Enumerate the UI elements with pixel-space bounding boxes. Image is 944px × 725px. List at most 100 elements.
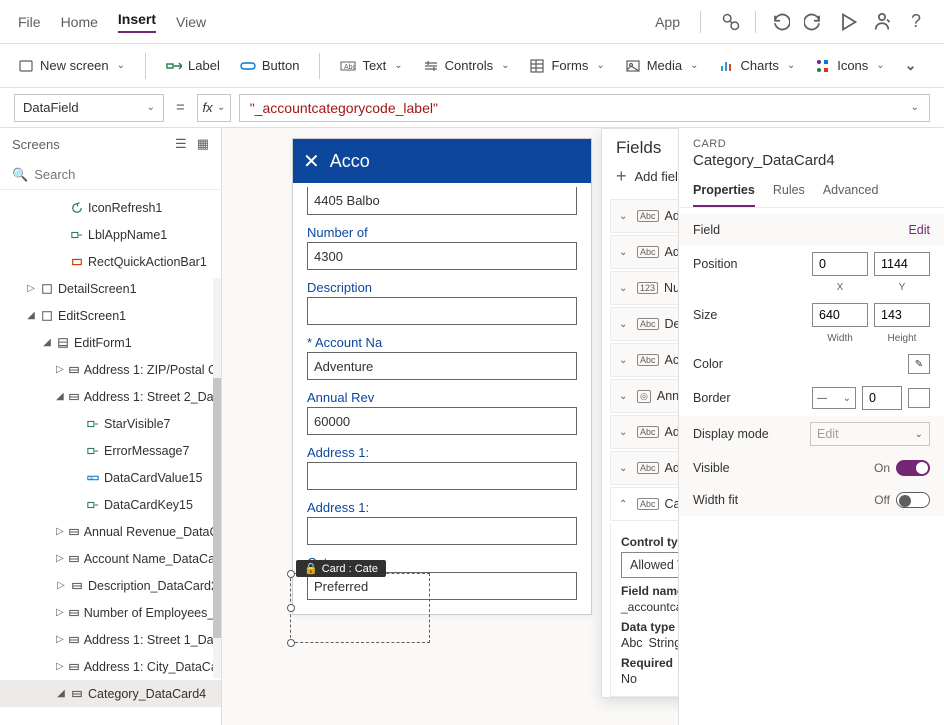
field-card[interactable]: ⌄AbcAddress 1: Street 2 [610,415,678,449]
redo-icon[interactable] [804,12,824,32]
menu-view[interactable]: View [176,14,206,30]
widthfit-toggle[interactable] [896,492,930,508]
twisty-icon[interactable]: ▷ [56,607,64,618]
tree-item[interactable]: ◢EditForm1 [0,329,221,356]
tree-item[interactable]: ◢EditScreen1 [0,302,221,329]
ribbon-expand-button[interactable]: ⌄ [905,57,917,74]
visible-state-label: On [874,461,890,475]
tree-item[interactable]: ▷Number of Employees_Data [0,599,221,626]
tree-item[interactable]: ▷Account Name_DataCard2 [0,545,221,572]
field-card[interactable]: ⌄AbcAddress 1: City [610,199,678,233]
twisty-icon[interactable]: ▷ [26,283,36,294]
twisty-icon[interactable]: ◢ [26,310,36,321]
twisty-icon[interactable]: ◢ [56,391,64,402]
tree-list-view-icon[interactable]: ☰ [175,136,187,152]
form-field-input[interactable] [307,517,577,545]
tab-properties[interactable]: Properties [693,177,755,207]
visible-toggle[interactable] [896,460,930,476]
twisty-icon[interactable]: ▷ [56,634,64,645]
insert-label-button[interactable]: Label [166,58,220,74]
twisty-icon[interactable]: ▷ [56,580,66,591]
property-select[interactable]: DataField ⌄ [14,94,164,122]
field-card[interactable]: ⌄AbcAddress 1: ZIP/Postal Code [610,451,678,485]
size-h-input[interactable] [874,303,930,327]
tree-item[interactable]: abDataCardValue15 [0,464,221,491]
insert-text-button[interactable]: Abc Text⌄ [340,58,402,74]
form-field-input[interactable]: Adventure [307,352,577,380]
field-card[interactable]: ⌄123Number of Employees [610,271,678,305]
insert-media-button[interactable]: Media⌄ [625,58,699,74]
tree-item[interactable]: ▷Annual Revenue_DataCard2 [0,518,221,545]
form-field-input[interactable]: 60000 [307,407,577,435]
insert-forms-button[interactable]: Forms⌄ [529,58,604,74]
twisty-icon[interactable]: ◢ [42,337,52,348]
tree-item[interactable]: IconRefresh1 [0,194,221,221]
menu-file[interactable]: File [18,14,41,30]
help-icon[interactable]: ? [906,12,926,32]
border-color-swatch[interactable] [908,388,930,408]
edit-field-link[interactable]: Edit [908,223,930,237]
tree-scrollbar[interactable] [213,278,221,678]
tree-item[interactable]: StarVisible7 [0,410,221,437]
tree-grid-view-icon[interactable]: ▦ [197,136,209,152]
tab-advanced[interactable]: Advanced [823,177,879,207]
tree-item[interactable]: ▷Address 1: ZIP/Postal Code_ [0,356,221,383]
color-swatch[interactable]: ✎ [908,354,930,374]
tree-search-input[interactable] [34,167,210,182]
insert-icons-button[interactable]: Icons⌄ [815,58,884,74]
twisty-icon[interactable]: ▷ [56,553,64,564]
tree-item[interactable]: ▷Address 1: City_DataCard2 [0,653,221,680]
control-type-select[interactable]: Allowed Values ⌄ [621,552,678,578]
field-type-badge: Abc [637,318,659,330]
form-field-input[interactable]: 4405 Balbo [307,187,577,215]
tree-item[interactable]: ◢Address 1: Street 2_DataCar [0,383,221,410]
tree-item[interactable]: ▷Address 1: Street 1_DataCar [0,626,221,653]
app-checker-icon[interactable] [721,12,741,32]
undo-icon[interactable] [770,12,790,32]
canvas-form[interactable]: ✕ Acco 4405 BalboNumber of4300Descriptio… [292,138,592,615]
share-icon[interactable] [872,12,892,32]
close-icon[interactable]: ✕ [303,149,320,174]
fx-button[interactable]: fx⌄ [197,94,231,122]
position-y-input[interactable] [874,252,930,276]
formula-input[interactable]: "_accountcategorycode_label" ⌄ [239,94,930,122]
menu-app[interactable]: App [655,14,680,30]
field-card[interactable]: ⌄AbcAddress 1: Street 1 [610,235,678,269]
border-width-input[interactable] [862,386,902,410]
menu-home[interactable]: Home [61,14,98,30]
border-style-select[interactable]: —⌄ [812,387,856,409]
form-field-input[interactable] [307,462,577,490]
insert-charts-button[interactable]: Charts⌄ [719,58,796,74]
tree-item[interactable]: DataCardKey15 [0,491,221,518]
field-card[interactable]: ⌃AbcCategory⋯ [610,487,678,521]
tree-item[interactable]: ▷DetailScreen1 [0,275,221,302]
play-icon[interactable] [838,12,858,32]
field-card[interactable]: ⌄AbcDescription [610,307,678,341]
form-field-input[interactable]: 4300 [307,242,577,270]
form-field-input[interactable] [307,297,577,325]
twisty-icon[interactable]: ▷ [56,661,64,672]
add-field-button[interactable]: Add field [635,169,678,184]
menu-insert[interactable]: Insert [118,11,156,33]
twisty-icon[interactable]: ▷ [56,526,64,537]
plus-icon[interactable]: + [616,166,627,187]
field-card[interactable]: ⌄AbcAccount Name [610,343,678,377]
position-x-input[interactable] [812,252,868,276]
size-w-input[interactable] [812,303,868,327]
field-card[interactable]: ⌄◎Annual Revenue [610,379,678,413]
display-mode-select[interactable]: Edit ⌄ [810,422,930,446]
w-sublabel: Width [812,333,868,344]
canvas-wrap[interactable]: ✕ Acco 4405 BalboNumber of4300Descriptio… [222,128,678,725]
tree-item[interactable]: ErrorMessage7 [0,437,221,464]
insert-controls-button[interactable]: Controls⌄ [423,58,510,74]
insert-button-button[interactable]: Button [240,58,300,74]
new-screen-button[interactable]: New screen⌄ [18,58,125,74]
tree-item[interactable]: RectQuickActionBar1 [0,248,221,275]
tree-item[interactable]: ◢Category_DataCard4 [0,680,221,707]
twisty-icon[interactable]: ▷ [56,364,64,375]
tree-item[interactable]: LblAppName1 [0,221,221,248]
tree-item-icon [68,634,80,646]
twisty-icon[interactable]: ◢ [56,688,66,699]
tab-rules[interactable]: Rules [773,177,805,207]
tree-item[interactable]: ▷Description_DataCard2 [0,572,221,599]
